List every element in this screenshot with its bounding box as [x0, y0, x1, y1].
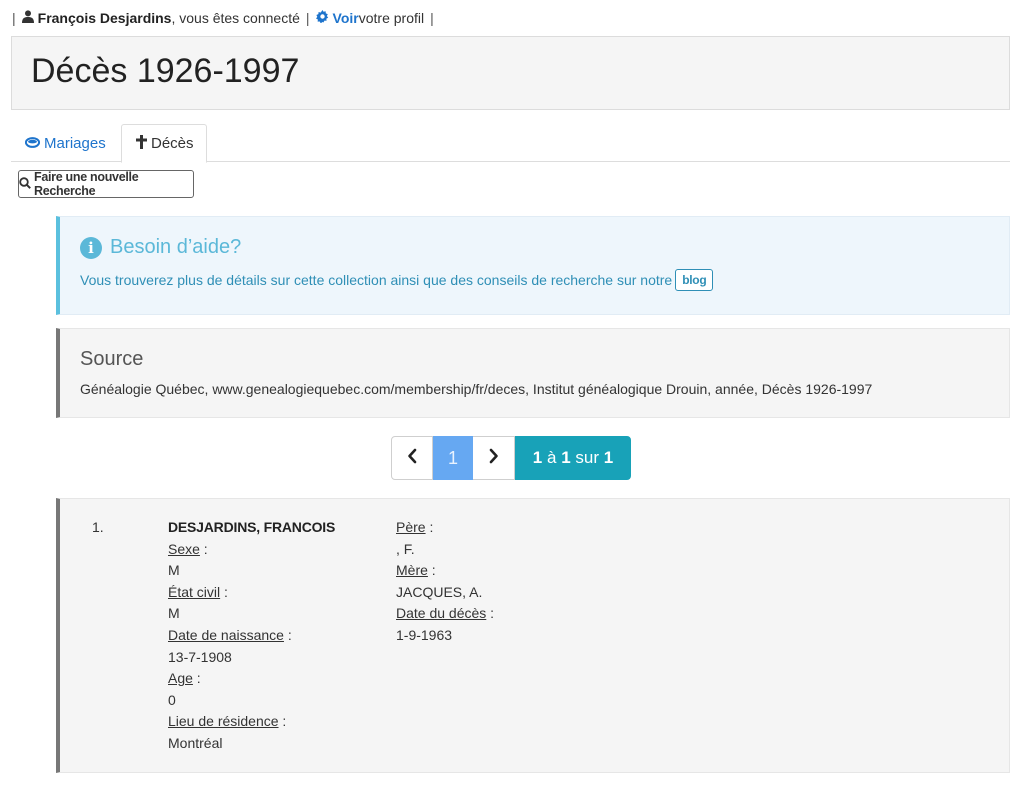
field-value-mere: JACQUES, A. — [396, 583, 483, 600]
help-title: Besoin d’aide? — [110, 236, 242, 258]
pagination: 1 1 à 1 sur 1 — [391, 436, 631, 480]
field-pere-row: Père : — [396, 519, 434, 535]
field-residence-row: Lieu de résidence : — [168, 713, 287, 730]
field-naissance-row: Date de naissance : — [168, 626, 292, 643]
count-of: sur — [575, 448, 600, 467]
count-to: 1 — [561, 448, 571, 467]
field-label-sexe: Sexe — [168, 540, 200, 557]
separator: | — [12, 10, 16, 26]
separator: | — [305, 10, 310, 26]
separator: | — [430, 10, 434, 26]
chevron-left-icon — [407, 448, 417, 469]
field-value-sexe: M — [168, 562, 180, 579]
field-mere-row: Mère : — [396, 562, 436, 579]
new-search-button[interactable]: Faire une nouvelle Recherche — [18, 170, 194, 198]
help-heading: i Besoin d’aide? — [80, 236, 241, 259]
tab-deces[interactable]: Décès — [121, 124, 207, 163]
gear-icon[interactable] — [315, 10, 329, 26]
field-value-age: 0 — [168, 691, 176, 708]
field-label-naissance: Date de naissance — [168, 626, 284, 643]
source-title: Source — [80, 348, 144, 370]
help-panel: i Besoin d’aide? Vous trouverez plus de … — [56, 216, 1010, 315]
source-text: Généalogie Québec, www.genealogiequebec.… — [80, 381, 873, 397]
field-age-row: Age : — [168, 670, 201, 687]
cross-icon — [136, 134, 147, 153]
count-word: à — [546, 448, 557, 467]
rings-icon — [24, 135, 41, 152]
user-name: François Desjardins — [37, 10, 172, 26]
help-text-row: Vous trouverez plus de détails sur cette… — [80, 269, 714, 291]
record-name: DESJARDINS, FRANCOIS — [168, 519, 336, 535]
field-value-deces: 1-9-1963 — [396, 626, 453, 643]
field-value-residence: Montréal — [168, 734, 223, 751]
record-right-column: Père : , F. Mère : JACQUES, A. Date du d… — [396, 517, 494, 647]
blog-button[interactable]: blog — [675, 269, 714, 291]
field-sexe-row: Sexe : — [168, 540, 208, 557]
page-title: Décès 1926-1997 — [31, 52, 300, 90]
connected-text: , vous êtes connecté — [171, 10, 300, 26]
tab-mariages[interactable]: Mariages — [11, 124, 120, 162]
new-search-label: Faire une nouvelle Recherche — [34, 170, 139, 198]
field-label-mere: Mère — [396, 562, 428, 579]
source-panel: Source Généalogie Québec, www.genealogie… — [56, 328, 1010, 418]
field-value-etat-civil: M — [168, 605, 180, 622]
count-total: 1 — [603, 448, 614, 467]
voir-profile-link[interactable]: Voir — [333, 10, 359, 26]
field-label-pere: Père — [396, 519, 426, 535]
count-from: 1 — [532, 448, 543, 467]
field-label-etat-civil: État civil — [168, 583, 221, 600]
field-label-age: Age — [168, 670, 193, 687]
field-label-residence: Lieu de résidence — [168, 713, 279, 730]
field-deces-row: Date du décès : — [396, 605, 495, 622]
field-value-naissance: 13-7-1908 — [168, 648, 232, 665]
result-record: 1. DESJARDINS, FRANCOIS Sexe : M État ci… — [56, 498, 1010, 773]
chevron-right-icon — [489, 448, 499, 469]
field-value-pere: , F. — [396, 540, 415, 557]
result-count: 1 à 1 sur 1 — [515, 436, 631, 480]
field-label-deces: Date du décès — [396, 605, 487, 622]
field-etat-civil-row: État civil : — [168, 583, 228, 600]
profile-text: votre profil — [358, 10, 425, 26]
previous-page-button[interactable] — [391, 436, 433, 480]
page-header: Décès 1926-1997 — [11, 36, 1010, 110]
help-text: Vous trouverez plus de détails sur cette… — [80, 272, 673, 288]
tab-mariages-label: Mariages — [44, 134, 106, 152]
record-left-column: DESJARDINS, FRANCOIS Sexe : M État civil… — [168, 517, 335, 755]
next-page-button[interactable] — [473, 436, 515, 480]
info-icon: i — [80, 236, 102, 259]
result-index: 1. — [92, 519, 104, 535]
search-icon — [19, 176, 31, 192]
collection-tabs: Mariages Décès — [11, 124, 1010, 163]
user-icon — [21, 10, 34, 26]
tab-deces-label: Décès — [151, 135, 194, 152]
page-number-current[interactable]: 1 — [433, 436, 473, 480]
user-bar: | François Desjardins , vous êtes connec… — [12, 8, 440, 28]
